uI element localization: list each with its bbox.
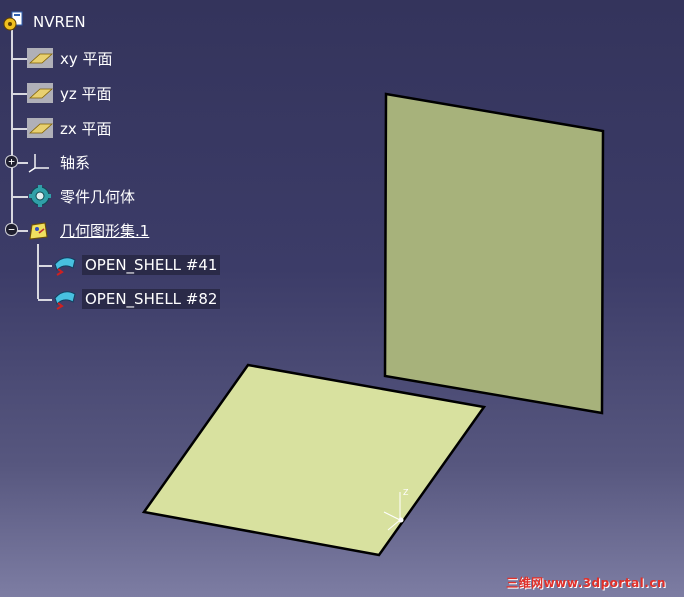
plane-icon [27,117,53,139]
tree-connector [38,299,52,301]
tree-connector [12,196,28,198]
open-shell-82-surface[interactable] [383,92,605,415]
plane-icon [27,47,53,69]
tree-item-geometrical-set[interactable]: 几何图形集.1 [27,218,152,242]
tree-item-open-shell-41[interactable]: OPEN_SHELL #41 [52,253,221,277]
tree-connector [12,128,28,130]
open-shell-icon [52,288,78,310]
plane-label: xy 平面 [60,49,113,68]
axis-z-label: Z [403,488,409,497]
product-gear-icon [0,11,26,33]
open-shell-41-surface[interactable] [141,363,487,557]
tree-connector [12,93,28,95]
collapse-toggle[interactable]: − [5,223,18,236]
tree-connector [12,58,28,60]
specification-tree: NVREN xy 平面 yz 平面 zx 平面 + 轴系 零件几何体 − 几何图… [0,0,300,330]
tree-item-zx-plane[interactable]: zx 平面 [27,116,115,140]
axis-system-icon [27,151,53,173]
open-shell-label: OPEN_SHELL #82 [82,289,221,309]
open-shell-label: OPEN_SHELL #41 [82,255,221,275]
tree-item-part-body[interactable]: 零件几何体 [27,184,138,208]
expand-toggle[interactable]: + [5,155,18,168]
plane-label: yz 平面 [60,84,112,103]
tree-item-xy-plane[interactable]: xy 平面 [27,46,116,70]
open-shell-icon [52,254,78,276]
root-label: NVREN [33,13,86,31]
watermark-text: 三维网www.3dportal.cn [506,576,666,590]
tree-root-product[interactable]: NVREN [0,10,89,34]
geometrical-set-label: 几何图形集.1 [60,221,150,240]
tree-item-yz-plane[interactable]: yz 平面 [27,81,115,105]
part-body-gear-icon [27,185,53,207]
tree-connector [37,244,39,299]
axis-system-label: 轴系 [60,153,91,172]
plane-icon [27,82,53,104]
tree-connector [11,30,13,230]
tree-item-open-shell-82[interactable]: OPEN_SHELL #82 [52,287,221,311]
tree-item-axis-system[interactable]: 轴系 [27,150,93,174]
part-body-label: 零件几何体 [60,187,136,206]
plane-label: zx 平面 [60,119,112,138]
geometrical-set-icon [27,219,53,241]
tree-connector [38,265,52,267]
